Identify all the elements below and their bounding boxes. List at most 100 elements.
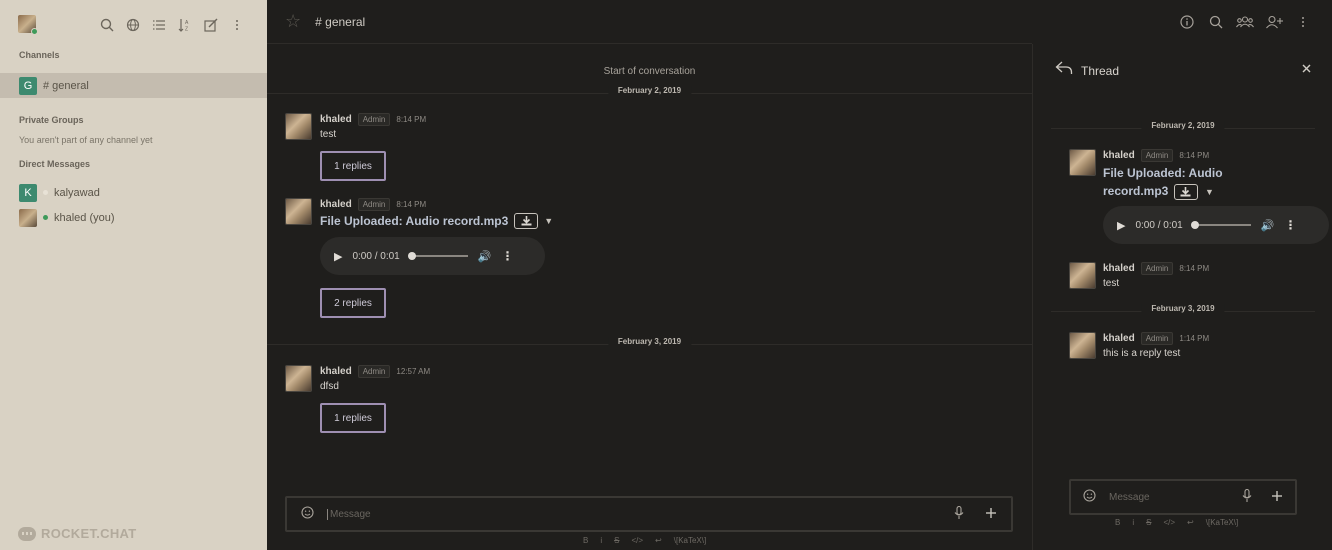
microphone-icon[interactable] bbox=[949, 505, 969, 523]
format-toolbar: B i S </> ↩ \[KaTeX\] bbox=[583, 536, 706, 545]
download-icon[interactable] bbox=[514, 213, 539, 229]
chevron-down-icon[interactable]: ▼ bbox=[1205, 187, 1214, 197]
message-avatar[interactable] bbox=[285, 198, 312, 225]
format-italic-button[interactable]: i bbox=[600, 536, 602, 545]
message-text: dfsd bbox=[320, 381, 339, 392]
thread-panel: Thread February 2, 2019 khaled Admin 8:1… bbox=[1032, 44, 1332, 550]
emoji-icon[interactable] bbox=[297, 506, 317, 522]
directory-globe-icon[interactable] bbox=[124, 16, 142, 34]
audio-more-icon[interactable]: ⋮ bbox=[501, 249, 513, 263]
sidebar-item-label: kalyawad bbox=[54, 186, 100, 199]
create-new-icon[interactable] bbox=[202, 16, 220, 34]
download-icon[interactable] bbox=[1173, 183, 1198, 200]
close-icon[interactable] bbox=[1302, 61, 1311, 76]
message-username[interactable]: khaled bbox=[320, 199, 352, 210]
format-code-button[interactable]: </> bbox=[631, 536, 643, 545]
sidebar: AZ Channels G # general Private Groups Y… bbox=[0, 0, 267, 550]
thread-message-input[interactable] bbox=[1109, 491, 1237, 503]
date-divider: February 3, 2019 bbox=[267, 337, 1032, 351]
plus-icon[interactable] bbox=[981, 507, 1001, 522]
date-label: February 3, 2019 bbox=[1141, 304, 1225, 313]
message-time: 12:57 AM bbox=[396, 367, 431, 376]
volume-icon[interactable]: 🔊 bbox=[1261, 219, 1275, 232]
message-avatar[interactable] bbox=[1069, 332, 1096, 359]
channels-heading: Channels bbox=[19, 50, 60, 60]
emoji-icon[interactable] bbox=[1079, 489, 1099, 505]
format-multiline-button[interactable]: ↩ bbox=[1187, 518, 1194, 527]
format-italic-button[interactable]: i bbox=[1132, 518, 1134, 527]
format-bold-button[interactable]: B bbox=[1115, 518, 1120, 527]
message-composer bbox=[285, 496, 1013, 532]
thread-icon[interactable] bbox=[1055, 60, 1073, 81]
direct-messages-heading: Direct Messages bbox=[19, 159, 91, 169]
format-strike-button[interactable]: S bbox=[1146, 518, 1151, 527]
room-header: ☆ # general bbox=[267, 0, 1032, 44]
message-avatar[interactable] bbox=[1069, 262, 1096, 289]
format-multiline-button[interactable]: ↩ bbox=[655, 536, 662, 545]
user-avatar[interactable] bbox=[18, 15, 38, 35]
dm-avatar: K bbox=[19, 183, 37, 202]
replies-button[interactable]: 1 replies bbox=[320, 151, 386, 181]
kebab-menu-icon[interactable] bbox=[228, 16, 246, 34]
sidebar-item-khaled[interactable]: khaled (you) bbox=[0, 205, 267, 230]
message-username[interactable]: khaled bbox=[1103, 150, 1135, 161]
format-bold-button[interactable]: B bbox=[583, 536, 588, 545]
date-label: February 2, 2019 bbox=[1141, 121, 1225, 130]
message-username[interactable]: khaled bbox=[320, 366, 352, 377]
message-avatar[interactable] bbox=[285, 365, 312, 392]
message-input[interactable] bbox=[327, 508, 949, 520]
message-time: 8:14 PM bbox=[1179, 264, 1210, 273]
logo-text: ROCKET.CHAT bbox=[41, 526, 137, 541]
message-username[interactable]: khaled bbox=[320, 114, 352, 125]
search-icon[interactable] bbox=[98, 16, 116, 34]
sidebar-header: AZ bbox=[0, 0, 267, 48]
date-divider: February 3, 2019 bbox=[1051, 304, 1315, 318]
view-mode-list-icon[interactable] bbox=[150, 16, 168, 34]
message-username[interactable]: khaled bbox=[1103, 333, 1135, 344]
audio-time: 0:00 / 0:01 bbox=[1135, 219, 1183, 231]
main-chat: ☆ # general Start of conversation Februa… bbox=[267, 0, 1032, 550]
message-time: 8:14 PM bbox=[1179, 151, 1210, 160]
role-badge: Admin bbox=[357, 113, 391, 126]
audio-seek-slider[interactable] bbox=[407, 252, 468, 260]
message-avatar[interactable] bbox=[1069, 149, 1096, 176]
logo-bubble-icon bbox=[18, 526, 36, 541]
private-groups-heading: Private Groups bbox=[19, 115, 84, 125]
message-text: test bbox=[320, 129, 337, 140]
sidebar-item-label: khaled (you) bbox=[54, 211, 115, 224]
message-text: test bbox=[1103, 278, 1120, 289]
chevron-down-icon[interactable]: ▼ bbox=[544, 216, 553, 226]
format-katex-button[interactable]: \[KaTeX\] bbox=[674, 536, 706, 545]
thread-header: Thread bbox=[1055, 60, 1119, 81]
file-link[interactable]: File Uploaded: Audio record.mp3 bbox=[320, 214, 508, 228]
date-label: February 3, 2019 bbox=[607, 337, 692, 346]
svg-text:Z: Z bbox=[185, 27, 188, 33]
audio-seek-slider[interactable] bbox=[1190, 221, 1251, 229]
sidebar-item-general[interactable]: G # general bbox=[0, 73, 267, 98]
dm-avatar bbox=[19, 208, 37, 227]
date-label: February 2, 2019 bbox=[607, 86, 692, 95]
replies-button[interactable]: 2 replies bbox=[320, 288, 386, 318]
audio-player[interactable]: ▶ 0:00 / 0:01 🔊 ⋮ bbox=[1103, 206, 1329, 244]
favorite-star-icon[interactable]: ☆ bbox=[285, 11, 301, 32]
audio-more-icon[interactable]: ⋮ bbox=[1284, 218, 1296, 232]
microphone-icon[interactable] bbox=[1237, 488, 1257, 506]
sort-icon[interactable]: AZ bbox=[176, 16, 194, 34]
audio-player[interactable]: ▶ 0:00 / 0:01 🔊 ⋮ bbox=[320, 237, 545, 275]
sidebar-item-kalyawad[interactable]: K kalyawad bbox=[0, 180, 267, 205]
play-icon[interactable]: ▶ bbox=[334, 250, 342, 263]
thread-composer bbox=[1069, 479, 1297, 515]
message-username[interactable]: khaled bbox=[1103, 263, 1135, 274]
volume-icon[interactable]: 🔊 bbox=[478, 250, 492, 263]
play-icon[interactable]: ▶ bbox=[1117, 219, 1125, 232]
message-avatar[interactable] bbox=[285, 113, 312, 140]
format-katex-button[interactable]: \[KaTeX\] bbox=[1206, 518, 1238, 527]
date-divider: February 2, 2019 bbox=[267, 86, 1032, 100]
format-strike-button[interactable]: S bbox=[614, 536, 619, 545]
replies-button[interactable]: 1 replies bbox=[320, 403, 386, 433]
role-badge: Admin bbox=[1140, 262, 1174, 275]
role-badge: Admin bbox=[1140, 149, 1174, 162]
plus-icon[interactable] bbox=[1267, 490, 1287, 505]
role-badge: Admin bbox=[357, 198, 391, 211]
format-code-button[interactable]: </> bbox=[1163, 518, 1175, 527]
